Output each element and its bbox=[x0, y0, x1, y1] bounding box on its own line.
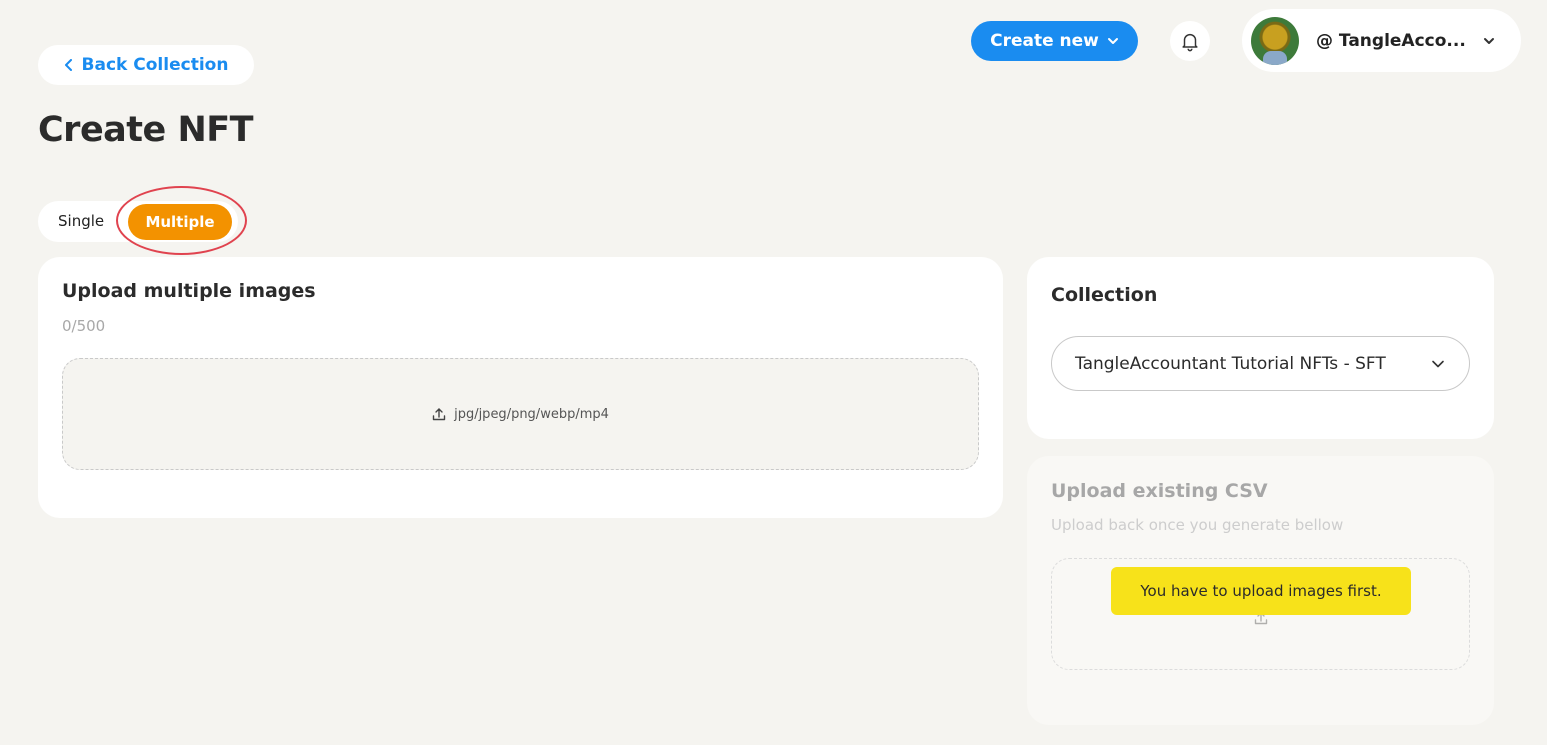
upload-images-panel: Upload multiple images 0/500 jpg/jpeg/pn… bbox=[38, 257, 1003, 518]
user-menu[interactable]: @ TangleAcco... bbox=[1242, 9, 1521, 72]
upload-images-title: Upload multiple images bbox=[62, 280, 316, 302]
back-collection-button[interactable]: Back Collection bbox=[38, 45, 254, 85]
avatar bbox=[1251, 16, 1299, 65]
tab-multiple[interactable]: Multiple bbox=[128, 204, 232, 240]
image-dropzone[interactable]: jpg/jpeg/png/webp/mp4 bbox=[62, 358, 979, 470]
notifications-button[interactable] bbox=[1170, 21, 1210, 61]
username: @ TangleAcco... bbox=[1316, 30, 1466, 51]
mint-type-tabs: Single Multiple bbox=[38, 201, 238, 242]
page-title: Create NFT bbox=[38, 110, 254, 150]
upload-count: 0/500 bbox=[62, 317, 106, 335]
back-collection-label: Back Collection bbox=[81, 55, 229, 75]
upload-images-first-tooltip: You have to upload images first. bbox=[1111, 567, 1411, 615]
collection-panel: Collection TangleAccountant Tutorial NFT… bbox=[1027, 257, 1494, 439]
chevron-down-icon bbox=[1484, 38, 1494, 44]
upload-csv-title: Upload existing CSV bbox=[1051, 480, 1268, 502]
collection-select[interactable]: TangleAccountant Tutorial NFTs - SFT bbox=[1051, 336, 1470, 391]
create-new-label: Create new bbox=[990, 31, 1099, 51]
upload-csv-subtitle: Upload back once you generate bellow bbox=[1051, 516, 1344, 534]
bell-icon bbox=[1182, 33, 1198, 52]
collection-selected-value: TangleAccountant Tutorial NFTs - SFT bbox=[1075, 353, 1386, 374]
chevron-down-icon bbox=[1432, 360, 1444, 368]
create-new-button[interactable]: Create new bbox=[971, 21, 1138, 61]
create-nft-page: Create new @ TangleAcco... Back Collecti… bbox=[0, 0, 1547, 745]
chevron-left-icon bbox=[64, 59, 72, 71]
collection-title: Collection bbox=[1051, 284, 1158, 306]
chevron-down-icon bbox=[1107, 38, 1118, 44]
accepted-formats: jpg/jpeg/png/webp/mp4 bbox=[454, 406, 609, 422]
upload-icon bbox=[432, 408, 446, 421]
tab-single[interactable]: Single bbox=[58, 212, 104, 230]
